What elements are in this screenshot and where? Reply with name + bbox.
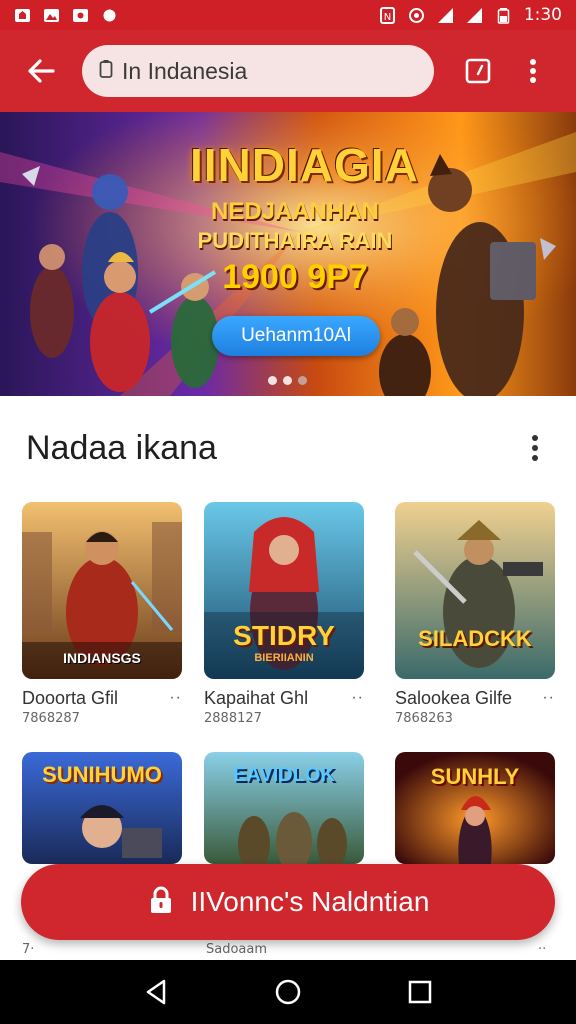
hero-price: 1900 9P7 <box>222 258 368 296</box>
game-name: Dooorta Gfil <box>22 687 119 708</box>
status-time: 1:30 <box>523 5 562 25</box>
system-nav-bar <box>0 960 576 1024</box>
game-card[interactable]: SUNIHUMO <box>22 752 182 864</box>
carousel-dot[interactable] <box>283 376 292 385</box>
card-more-button[interactable]: ·· <box>542 689 555 707</box>
more-vert-icon <box>530 59 536 83</box>
game-meta: 7868287 <box>22 711 80 726</box>
back-triangle-icon <box>146 979 166 1005</box>
section-overflow-button[interactable] <box>520 428 550 468</box>
more-vert-icon <box>532 435 538 461</box>
app-notification-icon <box>14 7 31 24</box>
game-meta: 7868263 <box>395 711 453 726</box>
game-thumbnail-title: STIDRY <box>233 620 335 651</box>
hero-tagline: PUDITHAIRA RAIN <box>197 228 393 253</box>
section-header: Nadaa ikana <box>0 400 576 496</box>
lock-icon <box>147 885 175 920</box>
game-thumbnail-title: EAVIDLOK <box>233 764 335 786</box>
unlock-action-label: IIVonnc's Naldntian <box>190 886 430 917</box>
game-meta-peek: Sadoaam <box>206 942 268 957</box>
game-thumbnail[interactable]: INDIANSGS <box>22 502 182 679</box>
card-more-button[interactable]: ·· <box>169 689 182 707</box>
svg-text:N: N <box>384 12 391 23</box>
game-thumbnail-subtitle: BIERIIANIN <box>254 652 314 664</box>
hero-subtitle: NEDJAANHAN <box>210 198 379 225</box>
game-name: Salookea Gilfe <box>395 687 513 708</box>
game-thumbnail[interactable]: SILADCKK <box>395 502 555 679</box>
signal-icon <box>466 7 483 24</box>
nav-home-button[interactable] <box>268 972 308 1012</box>
hero-title: IINDIAGIA <box>190 139 419 191</box>
game-thumbnail[interactable]: EAVIDLOK <box>204 752 364 864</box>
lock-icon <box>98 59 114 84</box>
status-bar: N 1:30 <box>0 0 576 30</box>
signal-icon <box>437 7 454 24</box>
unlock-action-button[interactable]: IIVonnc's Naldntian <box>21 864 555 940</box>
game-card[interactable]: STIDRY BIERIIANIN Kapaihat Ghl ·· 288812… <box>204 502 364 726</box>
game-name: Kapaihat Ghl <box>204 687 309 708</box>
carousel-indicator <box>268 376 307 385</box>
home-circle-icon <box>275 979 301 1005</box>
game-thumbnail[interactable]: STIDRY BIERIIANIN <box>204 502 364 679</box>
card-more-button[interactable]: ·· <box>351 689 364 707</box>
dot-icon <box>101 7 118 24</box>
overflow-menu-button[interactable] <box>518 49 548 93</box>
recents-square-icon <box>408 980 432 1004</box>
game-thumbnail-title: SUNHLY <box>430 764 520 789</box>
card-more-button[interactable]: ·· <box>538 942 546 957</box>
address-bar[interactable]: In Indanesia <box>82 45 434 97</box>
photo-icon <box>72 7 89 24</box>
game-thumbnail-title: SILADCKK <box>418 626 532 651</box>
location-icon <box>408 7 425 24</box>
hero-banner[interactable]: IINDIAGIA NEDJAANHAN PUDITHAIRA RAIN 190… <box>0 112 576 396</box>
game-thumbnail[interactable]: SUNHLY <box>395 752 555 864</box>
nav-recents-button[interactable] <box>400 972 440 1012</box>
tabs-button[interactable] <box>456 49 500 93</box>
gallery-icon <box>43 7 60 24</box>
game-card[interactable]: SUNHLY <box>395 752 555 864</box>
game-card[interactable]: INDIANSGS Dooorta Gfil ·· 7868287 <box>22 502 182 726</box>
game-meta-peek: 7· <box>22 942 35 957</box>
section-title: Nadaa ikana <box>26 428 217 467</box>
game-thumbnail-title: SUNIHUMO <box>42 762 162 787</box>
arrow-left-icon <box>28 59 55 83</box>
battery-icon <box>495 7 512 24</box>
carousel-dot[interactable] <box>268 376 277 385</box>
nav-back-button[interactable] <box>136 972 176 1012</box>
url-text: In Indanesia <box>122 57 248 84</box>
app-bar: In Indanesia <box>0 30 576 112</box>
game-card[interactable]: SILADCKK Salookea Gilfe ·· 7868263 <box>395 502 555 726</box>
game-meta: 2888127 <box>204 711 262 726</box>
back-button[interactable] <box>16 46 66 96</box>
game-thumbnail-title: INDIANSGS <box>63 650 141 666</box>
tab-switcher-icon <box>465 58 491 84</box>
hero-cta-button[interactable]: Uehanm10Al <box>212 316 380 356</box>
game-thumbnail[interactable]: SUNIHUMO <box>22 752 182 864</box>
carousel-dot[interactable] <box>298 376 307 385</box>
game-card[interactable]: EAVIDLOK <box>204 752 364 864</box>
nfc-icon: N <box>379 6 396 24</box>
